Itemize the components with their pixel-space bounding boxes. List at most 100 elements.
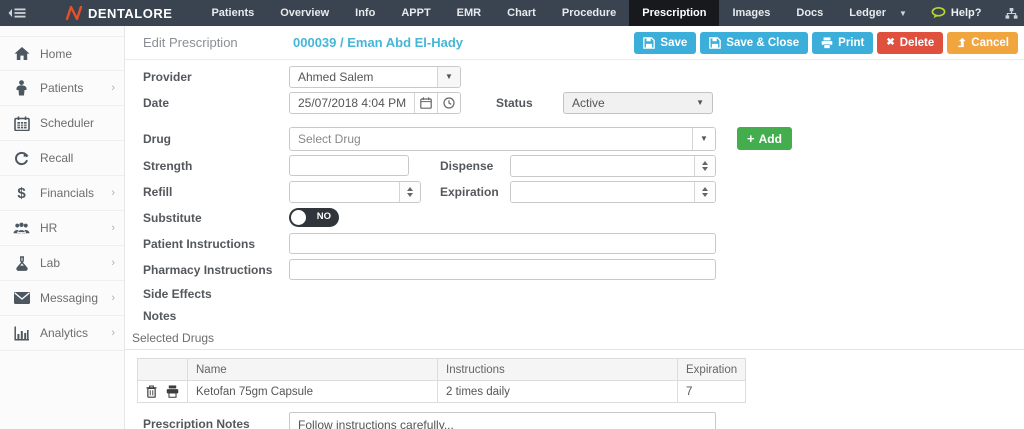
selected-drugs-table: Name Instructions Expiration Ketofan 75g… [137,358,746,403]
sidebar-item-label: Lab [40,256,60,270]
expiration-input[interactable] [511,182,694,202]
tab-images[interactable]: Images [719,0,783,26]
save-button[interactable]: Save [634,32,696,54]
sidebar-collapse-button[interactable] [0,0,36,26]
date-picker-group [289,92,461,114]
expiration-column-header: Expiration [678,359,746,381]
date-label: Date [143,96,289,110]
sidebar-item-analytics[interactable]: Analytics › [0,316,124,351]
delete-button[interactable]: ✖ Delete [877,32,943,54]
status-select[interactable]: Active ▼ [563,92,713,114]
nav-overflow-caret-icon[interactable]: ▼ [899,9,907,18]
recall-refresh-icon [13,151,30,166]
print-button[interactable]: Print [812,32,873,54]
help-chat-icon [931,7,946,19]
substitute-row: Substitute NO [143,206,1024,229]
spin-up-icon [407,187,413,191]
save-floppy-icon [709,37,721,49]
trash-icon[interactable] [146,385,157,398]
pharmacy-instructions-row: Pharmacy Instructions [143,258,1024,281]
provider-label: Provider [143,70,289,84]
sidebar-item-label: Financials [40,186,94,200]
patient-instructions-label: Patient Instructions [143,237,289,251]
main-content: Edit Prescription 000039 / Eman Abd El-H… [125,26,1024,429]
delete-x-icon: ✖ [886,37,894,48]
tab-ledger[interactable]: Ledger [836,0,899,26]
drug-name-cell: Ketofan 75gm Capsule [188,381,438,403]
print-icon [821,37,833,49]
expiration-spinner[interactable] [694,182,715,202]
drug-caret-button[interactable]: ▼ [692,128,715,150]
refill-spinner[interactable] [399,182,420,202]
sidebar-item-scheduler[interactable]: Scheduler [0,106,124,141]
actions-column-header [138,359,188,381]
time-picker-button[interactable] [437,93,460,113]
sidebar-item-label: Messaging [40,291,98,305]
sidebar-item-label: Recall [40,151,73,165]
tab-procedure[interactable]: Procedure [549,0,629,26]
instructions-column-header: Instructions [438,359,678,381]
spin-up-icon [702,187,708,191]
provider-value: Ahmed Salem [290,67,437,87]
table-row: Ketofan 75gm Capsule 2 times daily 7 [138,381,746,403]
strength-label: Strength [143,159,289,173]
save-and-close-button[interactable]: Save & Close [700,32,808,54]
expiration-label: Expiration [440,185,510,199]
add-drug-button[interactable]: + Add [737,127,792,150]
drug-row: Drug Select Drug ▼ + Add [143,126,1024,151]
refill-input[interactable] [290,182,399,202]
tab-patients[interactable]: Patients [198,0,267,26]
calendar-picker-button[interactable] [414,93,437,113]
patient-instructions-input[interactable] [289,233,716,254]
dispense-spinner[interactable] [694,156,715,176]
refill-cell [289,181,440,203]
patient-instructions-row: Patient Instructions [143,232,1024,255]
sidebar-item-home[interactable]: Home [0,36,124,71]
tab-emr[interactable]: EMR [444,0,494,26]
help-button[interactable]: Help? [931,7,982,19]
provider-dropdown[interactable]: Ahmed Salem ▼ [289,66,461,88]
prescription-notes-row: Prescription Notes Follow instructions c… [125,412,1024,429]
pharmacy-instructions-input[interactable] [289,259,716,280]
expiration-stepper [510,181,716,203]
substitute-toggle[interactable]: NO [289,208,339,227]
sidebar-item-hr[interactable]: HR › [0,211,124,246]
flask-icon [13,256,30,271]
save-label: Save [660,37,687,49]
add-label: Add [759,132,782,146]
dispense-input[interactable] [511,156,694,176]
drug-select-dropdown[interactable]: Select Drug ▼ [289,127,716,151]
sidebar-item-label: HR [40,221,57,235]
tab-docs[interactable]: Docs [783,0,836,26]
clock-icon [443,97,455,109]
app-brand[interactable]: DENTALORE [66,0,172,26]
date-input[interactable] [290,93,414,113]
tab-overview[interactable]: Overview [267,0,342,26]
patient-link[interactable]: 000039 / Eman Abd El-Hady [293,35,463,50]
strength-row: Strength Dispense [143,154,1024,177]
print-row-icon[interactable] [166,385,179,398]
spacer [143,117,1024,126]
tab-info[interactable]: Info [342,0,388,26]
tab-chart[interactable]: Chart [494,0,549,26]
clinic-sitemap-icon [1005,8,1018,19]
tab-prescription[interactable]: Prescription [629,0,719,26]
sidebar-item-recall[interactable]: Recall [0,141,124,176]
page-header: Edit Prescription 000039 / Eman Abd El-H… [125,26,1024,60]
sidebar-item-patients[interactable]: Patients › [0,71,124,106]
refill-stepper [289,181,421,203]
drug-expiration-cell: 7 [678,381,746,403]
tab-appt[interactable]: APPT [388,0,443,26]
strength-input[interactable] [289,155,409,176]
sidebar-item-lab[interactable]: Lab › [0,246,124,281]
spin-down-icon [407,193,413,197]
cancel-button[interactable]: Cancel [947,32,1018,54]
provider-caret-button[interactable]: ▼ [437,67,460,87]
clinic-selector[interactable]: OCtober [1005,7,1024,19]
sidebar-item-financials[interactable]: $ Financials › [0,176,124,211]
header-buttons: Save Save & Close Print ✖ Delete Cancel [634,32,1018,54]
sidebar-item-messaging[interactable]: Messaging › [0,281,124,316]
nav-right-group: ▼ Help? OCtober System Administrator [899,0,1024,26]
prescription-notes-textarea[interactable]: Follow instructions carefully... Dr. Ahm… [289,412,716,429]
sidebar-item-label: Patients [40,81,83,95]
